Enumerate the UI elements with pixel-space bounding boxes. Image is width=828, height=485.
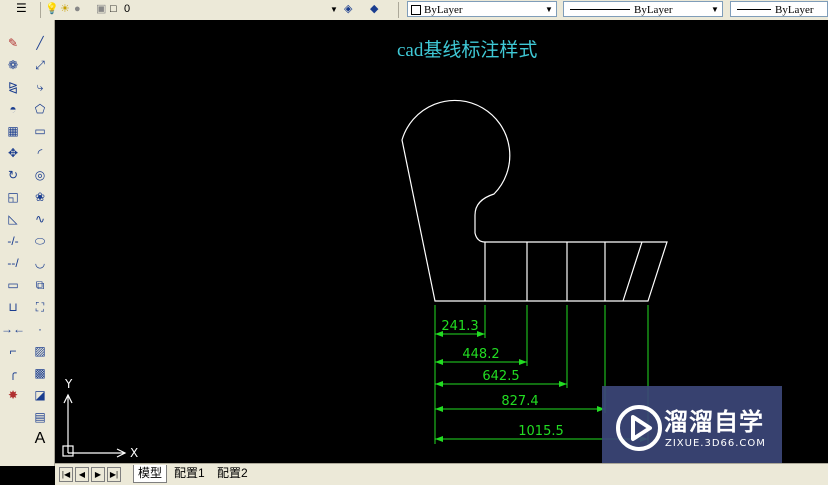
color-swatch-icon: [411, 5, 421, 15]
dim-texts: 241.3 448.2 642.5 827.4 1015.5: [441, 319, 563, 439]
layer-name: 0: [124, 3, 131, 15]
extend-icon[interactable]: --/: [4, 254, 22, 272]
arrowhead: [435, 359, 443, 365]
trim-icon[interactable]: -/-: [4, 232, 22, 250]
make-current-layer-icon[interactable]: ◈: [344, 2, 352, 17]
lineweight-value: ByLayer: [775, 4, 814, 16]
separator: [40, 2, 41, 18]
tab-layout2[interactable]: 配置2: [213, 465, 252, 482]
separator: [398, 2, 399, 18]
color-value: ByLayer: [424, 4, 463, 16]
mirror-icon[interactable]: ⧎: [4, 78, 22, 96]
array-icon[interactable]: ▦: [4, 122, 22, 140]
lineweight-control[interactable]: ByLayer: [730, 1, 828, 17]
layer-freeze-icon[interactable]: ☀: [60, 2, 70, 17]
tab-model[interactable]: 模型: [133, 465, 168, 483]
arrowhead: [435, 406, 443, 412]
ellipse-arc-icon[interactable]: ◡: [31, 254, 49, 272]
circle-icon[interactable]: ◎: [31, 166, 49, 184]
play-logo-icon: [616, 405, 662, 451]
move-icon[interactable]: ✥: [4, 144, 22, 162]
last-tab-icon[interactable]: ▶|: [107, 467, 121, 482]
layer-color-icon: □: [110, 3, 117, 15]
first-tab-icon[interactable]: |◀: [59, 467, 73, 482]
scale-icon[interactable]: ◱: [4, 188, 22, 206]
dim-text: 642.5: [482, 369, 519, 384]
revision-cloud-icon[interactable]: ❀: [31, 188, 49, 206]
ucs-x-label: X: [130, 446, 138, 460]
ucs-icon: [62, 393, 127, 458]
watermark-brand: 溜溜自学: [664, 408, 764, 436]
linetype-control[interactable]: ByLayer ▼: [563, 1, 723, 17]
chevron-down-icon[interactable]: ▼: [710, 2, 720, 16]
layer-previous-icon[interactable]: ◆: [370, 2, 378, 17]
dim-text: 1015.5: [518, 424, 564, 439]
line-icon[interactable]: ╱: [31, 34, 49, 52]
explode-icon[interactable]: ✸: [4, 386, 22, 404]
ucs-y-label: Y: [64, 377, 73, 391]
gradient-icon[interactable]: ▩: [31, 364, 49, 382]
construction-line-icon[interactable]: ⤢: [31, 56, 49, 74]
drawing-title: cad基线标注样式: [397, 39, 537, 61]
make-block-icon[interactable]: ⛶: [31, 298, 49, 316]
arrowhead: [559, 381, 567, 387]
layer-on-icon[interactable]: 💡: [45, 2, 59, 17]
ellipse-icon[interactable]: ⬭: [31, 232, 49, 250]
copy-icon[interactable]: ❁: [4, 56, 22, 74]
stretch-icon[interactable]: ◺: [4, 210, 22, 228]
slat-line: [622, 241, 643, 302]
multiline-text-icon[interactable]: A: [31, 430, 49, 448]
point-icon[interactable]: ·: [31, 320, 49, 338]
fillet-icon[interactable]: ╭: [4, 364, 22, 382]
arrowhead: [435, 436, 443, 442]
color-control[interactable]: ByLayer ▼: [407, 1, 557, 17]
hatch-icon[interactable]: ▨: [31, 342, 49, 360]
polyline-icon[interactable]: ⤷: [31, 78, 49, 96]
dim-text: 448.2: [462, 347, 499, 362]
layer-dropdown-icon[interactable]: ▼: [330, 2, 338, 17]
tab-layout1[interactable]: 配置1: [170, 465, 209, 482]
table-icon[interactable]: ▤: [31, 408, 49, 426]
erase-icon[interactable]: ✎: [4, 34, 22, 52]
rotate-icon[interactable]: ↻: [4, 166, 22, 184]
properties-toolbar: ☰ 💡 ☀ ● ▣ □ 0 ▼ ◈ ◆ ByLayer ▼ ByLayer ▼ …: [0, 0, 828, 21]
region-icon[interactable]: ◪: [31, 386, 49, 404]
break-at-point-icon[interactable]: ▭: [4, 276, 22, 294]
layer-lock-icon[interactable]: ●: [74, 2, 81, 17]
arc-icon[interactable]: ◜: [31, 144, 49, 162]
rectangle-icon[interactable]: ▭: [31, 122, 49, 140]
arrowhead: [435, 381, 443, 387]
chamfer-icon[interactable]: ⌐: [4, 342, 22, 360]
spline-icon[interactable]: ∿: [31, 210, 49, 228]
layer-manager-icon[interactable]: ☰: [16, 1, 27, 16]
layer-plot-icon[interactable]: ▣: [96, 2, 106, 17]
next-tab-icon[interactable]: ▶: [91, 467, 105, 482]
polygon-icon[interactable]: ⬠: [31, 100, 49, 118]
linetype-preview: [570, 9, 630, 10]
break-icon[interactable]: ⊔: [4, 298, 22, 316]
watermark-url: ZIXUE.3D66.COM: [665, 438, 766, 449]
watermark: 溜溜自学 ZIXUE.3D66.COM: [602, 386, 782, 470]
chevron-down-icon[interactable]: ▼: [544, 2, 554, 16]
drawing-canvas[interactable]: cad基线标注样式 241.3 448.2 642.5 827.4 1015.5…: [55, 20, 828, 470]
dim-text: 241.3: [441, 319, 478, 334]
prev-tab-icon[interactable]: ◀: [75, 467, 89, 482]
lineweight-preview: [737, 9, 771, 10]
offset-icon[interactable]: ◓: [4, 100, 22, 118]
modify-draw-toolbars: ✎ ❁ ⧎ ◓ ▦ ✥ ↻ ◱ ◺ -/- --/ ▭ ⊔ →← ⌐ ╭ ✸ ╱…: [0, 20, 55, 466]
join-icon[interactable]: →←: [1, 320, 25, 338]
chair-outline: [401, 99, 668, 302]
dim-text: 827.4: [501, 394, 538, 409]
layout-tabs-bar: |◀ ◀ ▶ ▶| 模型 配置1 配置2: [55, 463, 828, 485]
insert-block-icon[interactable]: ⧉: [31, 276, 49, 294]
linetype-value: ByLayer: [634, 4, 673, 16]
arrowhead: [519, 359, 527, 365]
chair-profile: [401, 99, 668, 302]
